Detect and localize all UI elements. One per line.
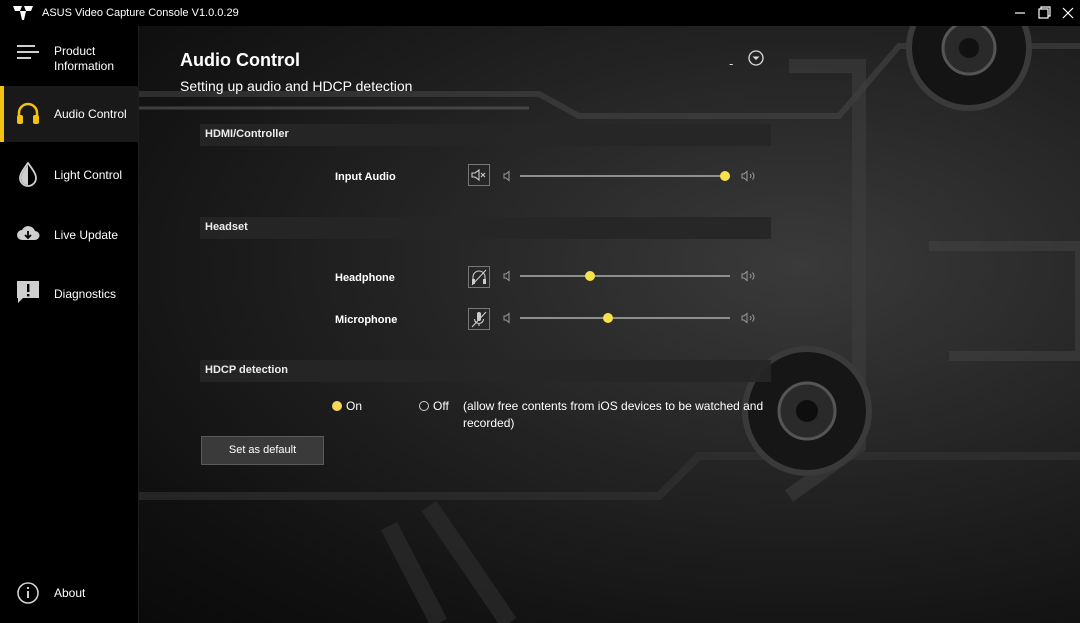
microphone-label: Microphone bbox=[335, 314, 398, 326]
page-subtitle: Setting up audio and HDCP detection bbox=[180, 78, 413, 94]
close-icon bbox=[1062, 7, 1074, 19]
restore-icon bbox=[1038, 6, 1051, 19]
background-artwork bbox=[139, 26, 1080, 623]
radio-label: On bbox=[346, 399, 363, 413]
page-title: Audio Control bbox=[180, 50, 300, 70]
headphone-label: Headphone bbox=[335, 272, 395, 284]
slider-thumb[interactable] bbox=[720, 171, 730, 181]
section-title: Headset bbox=[205, 221, 248, 233]
input-audio-slider[interactable] bbox=[520, 171, 730, 181]
hdcp-off-radio[interactable]: Off bbox=[419, 399, 459, 415]
microphone-slider[interactable] bbox=[520, 313, 730, 323]
sidebar-item-label: Audio Control bbox=[54, 107, 127, 121]
sidebar-item-label: Product bbox=[54, 44, 96, 58]
slider-track bbox=[520, 175, 730, 177]
headphone-mute-button[interactable] bbox=[468, 266, 490, 288]
input-audio-label: Input Audio bbox=[335, 171, 396, 183]
microphone-mute-button[interactable] bbox=[468, 308, 490, 330]
sidebar-item-label: Light Control bbox=[54, 168, 123, 182]
sidebar-item-product-information[interactable]: Product Information bbox=[0, 26, 138, 86]
microphone-mute-icon bbox=[471, 311, 487, 328]
minimize-button[interactable] bbox=[1010, 3, 1030, 23]
section-hdmi-controller: HDMI/Controller bbox=[200, 124, 771, 146]
tuf-logo-icon bbox=[13, 6, 33, 20]
sidebar-item-label: About bbox=[54, 586, 86, 600]
radio-unselected-icon bbox=[419, 401, 429, 411]
sidebar-item-audio-control[interactable]: Audio Control bbox=[0, 86, 138, 142]
window-title: ASUS Video Capture Console V1.0.0.29 bbox=[42, 7, 239, 19]
minimize-icon bbox=[1015, 12, 1025, 14]
hdcp-note: (allow free contents from iOS devices to… bbox=[463, 399, 764, 430]
slider-track bbox=[520, 275, 730, 277]
section-title: HDMI/Controller bbox=[205, 128, 289, 140]
collapse-dash: - bbox=[729, 56, 734, 71]
light-drop-icon bbox=[19, 161, 37, 187]
volume-low-icon bbox=[503, 312, 510, 324]
speaker-mute-icon bbox=[471, 168, 486, 182]
close-button[interactable] bbox=[1058, 3, 1078, 23]
sidebar-item-label: Live Update bbox=[54, 228, 119, 242]
radio-selected-icon bbox=[332, 401, 342, 411]
volume-low-icon bbox=[503, 270, 510, 282]
chevron-down-circle-icon[interactable] bbox=[748, 50, 764, 66]
alert-bubble-icon bbox=[17, 281, 39, 303]
radio-label: Off bbox=[433, 399, 449, 413]
sidebar-item-about[interactable]: About bbox=[0, 578, 138, 610]
info-icon bbox=[17, 582, 39, 604]
slider-track bbox=[520, 317, 730, 319]
headphone-mute-icon bbox=[471, 269, 487, 286]
input-audio-mute-button[interactable] bbox=[468, 164, 490, 186]
sidebar-item-label: Information bbox=[54, 59, 115, 73]
hdcp-on-radio[interactable]: On bbox=[332, 399, 372, 415]
section-title: HDCP detection bbox=[205, 364, 288, 376]
sidebar-item-live-update[interactable]: Live Update bbox=[0, 214, 138, 254]
headset-icon bbox=[17, 102, 39, 124]
sidebar: Product Information Audio Control Light … bbox=[0, 26, 139, 623]
slider-thumb[interactable] bbox=[584, 271, 595, 281]
headphone-slider[interactable] bbox=[520, 271, 730, 281]
sidebar-item-diagnostics[interactable]: Diagnostics bbox=[0, 273, 138, 313]
sidebar-item-label: Diagnostics bbox=[54, 287, 117, 301]
menu-lines-icon bbox=[17, 45, 39, 59]
set-as-default-button[interactable]: Set as default bbox=[201, 436, 324, 465]
sidebar-item-light-control[interactable]: Light Control bbox=[0, 154, 138, 194]
section-hdcp-detection: HDCP detection bbox=[200, 360, 771, 382]
main-panel: Audio Control Setting up audio and HDCP … bbox=[139, 26, 1080, 623]
section-headset: Headset bbox=[200, 217, 771, 239]
slider-thumb[interactable] bbox=[603, 313, 614, 323]
maximize-button[interactable] bbox=[1034, 3, 1054, 23]
volume-low-icon bbox=[503, 170, 510, 182]
volume-high-icon bbox=[741, 270, 755, 282]
volume-high-icon bbox=[741, 170, 755, 182]
title-bar: ASUS Video Capture Console V1.0.0.29 bbox=[0, 0, 1080, 26]
volume-high-icon bbox=[741, 312, 755, 324]
cloud-download-icon bbox=[17, 226, 40, 240]
